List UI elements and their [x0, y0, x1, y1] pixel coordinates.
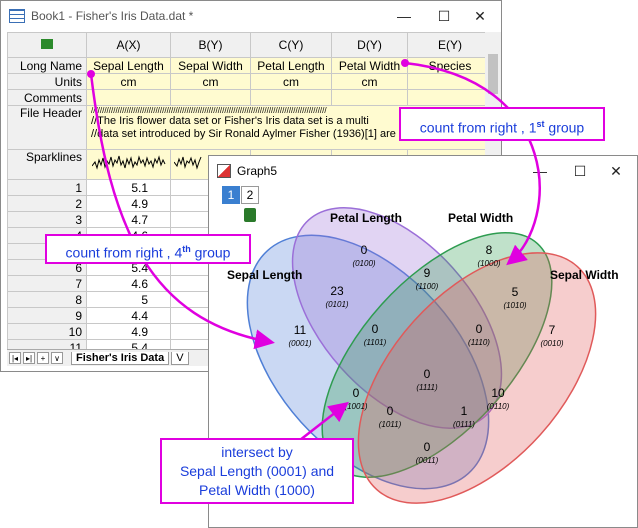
callout-fourth-group: count from right , 4th group	[45, 234, 251, 264]
venn-cell: 0 (1101)	[363, 322, 387, 347]
venn-cell: 0 (0011)	[415, 440, 439, 465]
venn-cell: 0 (1111)	[416, 367, 438, 392]
venn-cell: 0 (0100)	[352, 243, 376, 268]
venn-cell: 7 (0010)	[540, 323, 564, 348]
label-petal-length: Petal Length	[330, 211, 403, 225]
venn-cell: 0 (1110)	[468, 322, 490, 347]
label-petal-width: Petal Width	[448, 211, 514, 225]
venn-cell: 23 (0101)	[325, 284, 349, 309]
venn-cell: 1 (0111)	[453, 404, 475, 429]
venn-cell: 0 (1011)	[378, 404, 402, 429]
venn-cell: 11 (0001)	[288, 323, 312, 348]
venn-cell: 8 (1000)	[477, 243, 501, 268]
venn-cell: 5 (1010)	[503, 285, 527, 310]
label-sepal-length: Sepal Length	[227, 268, 303, 282]
callout-intersect: intersect by Sepal Length (0001) and Petal…	[160, 438, 354, 504]
label-sepal-width: Sepal Width	[550, 268, 619, 282]
venn-cell: 9 (1100)	[415, 266, 439, 291]
callout-first-group: count from right , 1st group	[399, 107, 605, 141]
